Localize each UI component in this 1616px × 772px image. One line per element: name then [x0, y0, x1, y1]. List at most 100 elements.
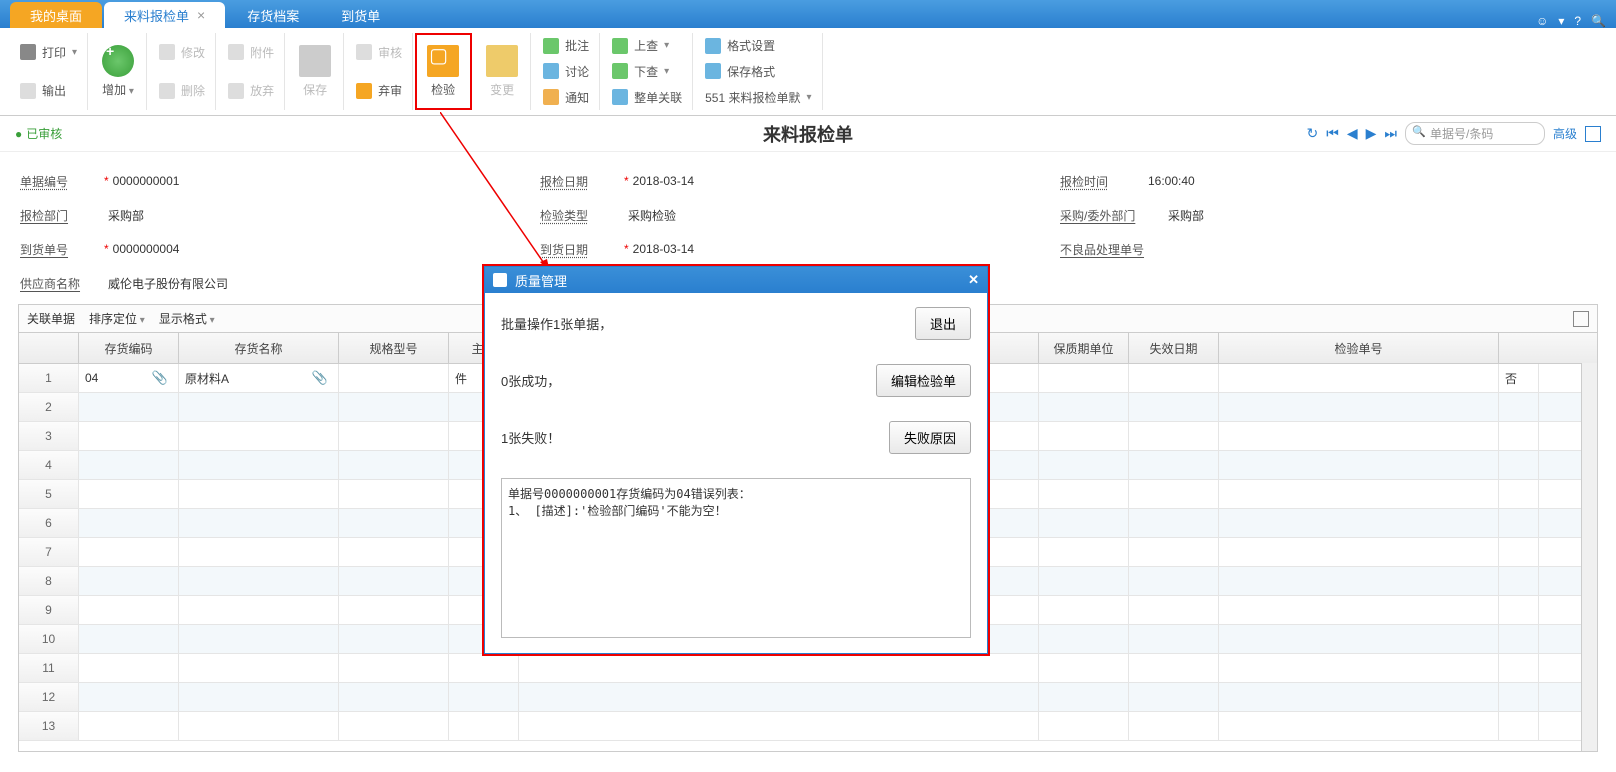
lookup-button[interactable]: 上查	[607, 34, 687, 57]
arrival-no-label: 到货单号	[20, 241, 100, 258]
discuss-button[interactable]: 讨论	[538, 60, 594, 83]
doc-no-value: 0000000001	[113, 174, 180, 188]
defect-no-label: 不良品处理单号	[1060, 241, 1160, 258]
pencil-icon	[159, 44, 175, 60]
delete-button[interactable]: 删除	[154, 79, 210, 102]
sort-button[interactable]: 排序定位	[89, 310, 145, 327]
next-icon[interactable]: ▶	[1366, 125, 1377, 142]
change-icon	[486, 45, 518, 77]
modify-button[interactable]: 修改	[154, 41, 210, 64]
up-icon	[612, 38, 628, 54]
notify-button[interactable]: 通知	[538, 86, 594, 109]
link-icon	[612, 89, 628, 105]
display-button[interactable]: 显示格式	[159, 310, 215, 327]
modal-error-log[interactable]	[501, 478, 971, 638]
print-button[interactable]: 打印	[15, 41, 82, 64]
trash-icon	[159, 83, 175, 99]
col-stock-name[interactable]: 存货名称	[179, 333, 339, 363]
table-row[interactable]: 11	[19, 654, 1597, 683]
tab-label: 来料报检单	[124, 6, 189, 25]
inspect-time-value: 16:00:40	[1148, 174, 1195, 188]
search-input[interactable]: 单据号/条码	[1405, 122, 1545, 145]
tab-bar: 我的桌面 来料报检单 × 存货档案 到货单 ☺ ▾ ? 🔍	[0, 0, 1616, 28]
tab-stock-archive[interactable]: 存货档案	[227, 2, 319, 28]
search-icon[interactable]: 🔍	[1591, 14, 1606, 28]
format-set-button[interactable]: 格式设置	[700, 34, 816, 57]
arrival-date-label: 到货日期	[540, 241, 620, 258]
relate-all-button[interactable]: 整单关联	[607, 86, 687, 109]
audit-button[interactable]: 审核	[351, 41, 407, 64]
prev-icon[interactable]: ◀	[1347, 125, 1358, 142]
dept-value: 采购部	[108, 207, 144, 224]
clip-icon: 📎	[152, 370, 168, 386]
panel-toggle-icon[interactable]	[1585, 126, 1601, 142]
discuss-icon	[543, 63, 559, 79]
col-shelf-unit[interactable]: 保质期单位	[1039, 333, 1129, 363]
down-icon	[612, 63, 628, 79]
supplier-label: 供应商名称	[20, 275, 100, 292]
first-icon[interactable]: ⏮	[1326, 125, 1339, 142]
abandon-icon	[356, 83, 372, 99]
export-icon	[20, 83, 36, 99]
change-button[interactable]: 变更	[474, 33, 531, 110]
inspect-date-label: 报检日期	[540, 173, 620, 190]
purchase-dept-value: 采购部	[1168, 207, 1204, 224]
modal-titlebar[interactable]: 质量管理 ✕	[485, 267, 987, 293]
close-icon[interactable]: ×	[197, 7, 205, 23]
discard-button[interactable]: 放弃	[223, 79, 279, 102]
header-right: ☺ ▾ ? 🔍	[1536, 14, 1616, 28]
page-title: 来料报检单	[763, 121, 853, 147]
tab-my-desktop[interactable]: 我的桌面	[10, 2, 102, 28]
default-551-button[interactable]: 551 来料报检单默	[700, 86, 816, 109]
format-icon	[705, 38, 721, 54]
ribbon-toolbar: 打印 输出 增加 修改 删除 附件 放弃 保存 审核 弃审 检验 变更 批注 讨…	[0, 28, 1616, 116]
attach-button[interactable]: 附件	[223, 41, 279, 64]
table-row[interactable]: 13	[19, 712, 1597, 741]
inspect-time-label: 报检时间	[1060, 173, 1140, 190]
add-button[interactable]: 增加	[90, 33, 147, 110]
annotate-button[interactable]: 批注	[538, 34, 594, 57]
clip-icon: 📎	[312, 370, 328, 386]
edit-inspect-button[interactable]: 编辑检验单	[876, 364, 971, 397]
save-icon	[299, 45, 331, 77]
status-badge: 已审核	[15, 125, 62, 142]
scrollbar[interactable]	[1581, 363, 1597, 751]
lookdown-button[interactable]: 下查	[607, 60, 687, 83]
refresh-icon[interactable]: ↻	[1306, 125, 1318, 142]
col-spec[interactable]: 规格型号	[339, 333, 449, 363]
table-row[interactable]: 12	[19, 683, 1597, 712]
close-icon[interactable]: ✕	[968, 272, 979, 288]
tab-inspection-bill[interactable]: 来料报检单 ×	[104, 2, 225, 28]
smile-icon[interactable]: ☺	[1536, 14, 1548, 28]
inspect-type-label: 检验类型	[540, 207, 620, 224]
inspect-date-value: 2018-03-14	[633, 174, 694, 188]
add-icon	[102, 45, 134, 77]
savefmt-icon	[705, 63, 721, 79]
cell-no: 否	[1499, 364, 1539, 392]
save-format-button[interactable]: 保存格式	[700, 60, 816, 83]
help-icon[interactable]: ?	[1574, 14, 1581, 28]
modal-msg-2: 0张成功，	[501, 371, 560, 390]
discard-icon	[228, 83, 244, 99]
fail-reason-button[interactable]: 失败原因	[889, 421, 971, 454]
tab-arrival-bill[interactable]: 到货单	[321, 2, 400, 28]
advanced-link[interactable]: 高级	[1553, 125, 1577, 142]
exit-button[interactable]: 退出	[915, 307, 971, 340]
col-stock-code[interactable]: 存货编码	[79, 333, 179, 363]
arrival-no-value: 0000000004	[113, 242, 180, 256]
abandon-audit-button[interactable]: 弃审	[351, 79, 407, 102]
caret-down-icon[interactable]: ▾	[1558, 14, 1564, 28]
last-icon[interactable]: ⏭	[1384, 125, 1397, 142]
supplier-value: 威伦电子股份有限公司	[108, 275, 228, 292]
inspect-button[interactable]: 检验	[415, 33, 472, 110]
grid-panel-icon[interactable]	[1573, 311, 1589, 327]
inspect-type-value: 采购检验	[628, 207, 676, 224]
col-expire-date[interactable]: 失效日期	[1129, 333, 1219, 363]
modal-icon	[493, 273, 507, 287]
cell-code: 04	[85, 371, 98, 385]
save-button[interactable]: 保存	[287, 33, 344, 110]
col-inspect-no[interactable]: 检验单号	[1219, 333, 1499, 363]
print-icon	[20, 44, 36, 60]
export-button[interactable]: 输出	[15, 79, 82, 102]
relate-doc-button[interactable]: 关联单据	[27, 310, 75, 327]
